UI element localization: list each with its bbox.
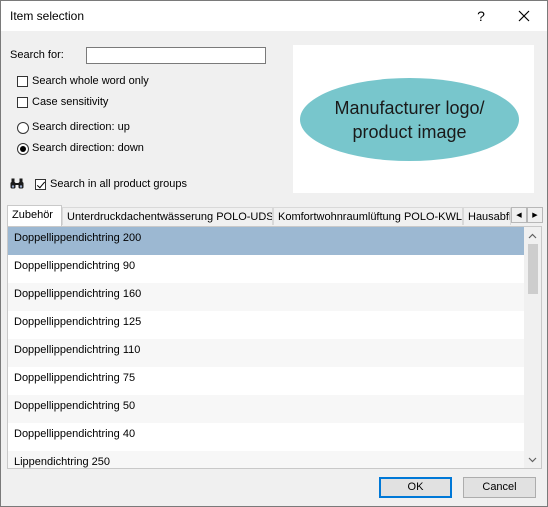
direction-up-radio[interactable] bbox=[17, 122, 29, 134]
ok-button[interactable]: OK bbox=[379, 477, 452, 498]
tab-zubehoer[interactable]: Zubehör bbox=[7, 205, 62, 227]
product-group-tabs: Unterdruckdachentwässerung POLO-UDS Komf… bbox=[7, 205, 544, 227]
scrollbar-thumb[interactable] bbox=[528, 244, 538, 294]
whole-word-checkbox[interactable] bbox=[17, 76, 28, 87]
tab-unterdruckdachentwaesserung[interactable]: Unterdruckdachentwässerung POLO-UDS bbox=[62, 207, 273, 225]
case-sensitivity-checkbox[interactable] bbox=[17, 97, 28, 108]
help-button[interactable]: ? bbox=[461, 1, 501, 31]
list-item[interactable]: Doppellippendichtring 40 bbox=[8, 423, 524, 451]
list-item[interactable]: Doppellippendichtring 110 bbox=[8, 339, 524, 367]
binoculars-icon[interactable] bbox=[10, 178, 24, 189]
cancel-button[interactable]: Cancel bbox=[463, 477, 536, 498]
scroll-down-button[interactable] bbox=[524, 451, 541, 468]
list-item[interactable]: Doppellippendichtring 50 bbox=[8, 395, 524, 423]
case-sensitivity-label: Case sensitivity bbox=[32, 96, 109, 108]
search-label: Search for: bbox=[10, 49, 64, 61]
direction-down-radio[interactable] bbox=[17, 143, 29, 155]
tab-scroll-right[interactable]: ▶ bbox=[527, 207, 543, 223]
close-icon bbox=[518, 10, 530, 22]
list-item[interactable]: Doppellippendichtring 125 bbox=[8, 311, 524, 339]
list-item[interactable]: Doppellippendichtring 200 bbox=[8, 227, 524, 255]
item-list: Doppellippendichtring 200 Doppellippendi… bbox=[7, 226, 542, 469]
all-groups-label: Search in all product groups bbox=[50, 178, 187, 190]
close-button[interactable] bbox=[504, 1, 544, 31]
list-item[interactable]: Doppellippendichtring 160 bbox=[8, 283, 524, 311]
item-selection-dialog: Item selection ? Search for: Search whol… bbox=[0, 0, 548, 507]
search-input[interactable] bbox=[86, 47, 266, 64]
chevron-up-icon bbox=[528, 233, 537, 238]
direction-up-label: Search direction: up bbox=[32, 121, 130, 133]
list-item[interactable]: Doppellippendichtring 75 bbox=[8, 367, 524, 395]
manufacturer-logo-placeholder: Manufacturer logo/ product image bbox=[300, 78, 519, 161]
whole-word-label: Search whole word only bbox=[32, 75, 149, 87]
triangle-right-icon: ▶ bbox=[532, 212, 538, 219]
list-item[interactable]: Lippendichtring 250 bbox=[8, 451, 524, 468]
chevron-down-icon bbox=[528, 457, 537, 462]
direction-down-label: Search direction: down bbox=[32, 142, 144, 154]
list-item[interactable]: Doppellippendichtring 90 bbox=[8, 255, 524, 283]
all-groups-checkbox[interactable] bbox=[35, 179, 46, 190]
tab-komfortwohnraumlueftung[interactable]: Komfortwohnraumlüftung POLO-KWL bbox=[273, 207, 463, 225]
scroll-up-button[interactable] bbox=[524, 227, 541, 244]
list-scrollbar[interactable] bbox=[524, 227, 541, 468]
tab-hausabfluss[interactable]: Hausabflu bbox=[463, 207, 511, 225]
triangle-left-icon: ◀ bbox=[516, 212, 522, 219]
title-bar: Item selection ? bbox=[1, 1, 547, 31]
window-title: Item selection bbox=[10, 9, 85, 23]
product-image-area: Manufacturer logo/ product image bbox=[293, 45, 534, 193]
tab-scroll-left[interactable]: ◀ bbox=[511, 207, 527, 223]
